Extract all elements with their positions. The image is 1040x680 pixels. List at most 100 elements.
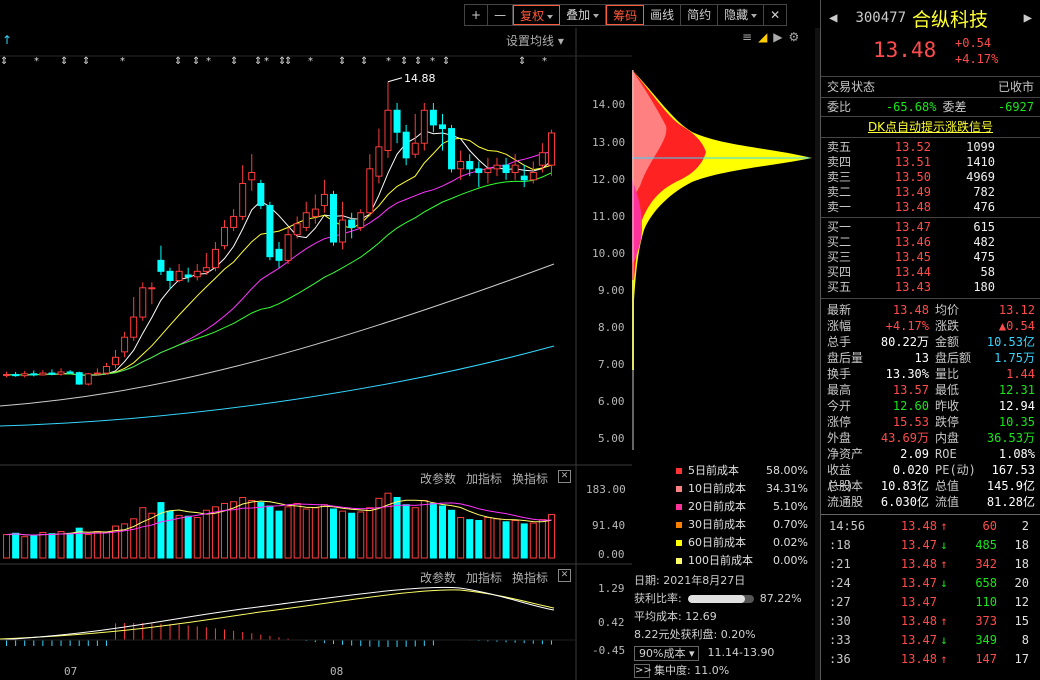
bid-row[interactable]: 买四 13.44 58 <box>821 265 1040 280</box>
volume-bar <box>211 506 219 559</box>
stat-value: 43.69万 <box>880 431 929 445</box>
back-icon[interactable]: ◀ <box>829 10 837 26</box>
candle-body <box>57 371 65 375</box>
bid-row[interactable]: 买五 13.43 180 <box>821 280 1040 295</box>
close-icon[interactable]: ✕ <box>558 569 571 582</box>
ask-price: 13.52 <box>894 140 931 154</box>
stat-row: 最高 13.57 最低 12.31 <box>821 382 1040 398</box>
tick-price: 13.48 <box>900 614 937 628</box>
stat-label: 今开 <box>827 399 852 413</box>
tick-price: 13.47 <box>900 538 937 552</box>
cost-legend-label: 100日前成本 <box>688 554 753 567</box>
ask-volume: 1099 <box>966 140 995 154</box>
cost-color-swatch <box>676 486 682 492</box>
volume-bar <box>284 506 292 559</box>
weicha-label: 委差 <box>942 100 967 114</box>
close-icon[interactable]: ✕ <box>558 470 571 483</box>
tick-count: 12 <box>1014 595 1029 609</box>
volume-bar <box>411 507 419 559</box>
hide-dropdown[interactable]: 隐藏 <box>718 5 765 25</box>
fuquan-label: 复权 <box>520 9 545 23</box>
volume-bar <box>148 512 156 559</box>
macd-modify-params-button[interactable]: 改参数 <box>420 569 456 586</box>
tick-volume: 349 <box>975 633 997 647</box>
ask-row[interactable]: 卖三 13.50 4969 <box>821 170 1040 185</box>
bid-level-label: 买一 <box>827 220 852 234</box>
volume-bar <box>493 518 501 559</box>
stat-value: 13.48 <box>892 303 929 317</box>
stat-value: 10.35 <box>998 415 1035 429</box>
cost-distribution-legend: 5日前成本 58.00% 10日前成本 34.31% 20日前成本 5.10% 30日前成本… <box>676 462 808 570</box>
overlay-dropdown[interactable]: 叠加 <box>560 5 607 25</box>
zoom-in-button[interactable]: + <box>465 5 489 25</box>
expand-button[interactable]: >> <box>634 664 652 678</box>
zoom-out-button[interactable]: — <box>488 5 514 25</box>
candle-body <box>493 164 501 170</box>
candle-body <box>366 168 374 214</box>
gear-icon[interactable]: ⚙ <box>789 30 800 44</box>
bid-row[interactable]: 买一 13.47 615 <box>821 220 1040 235</box>
volume-bar <box>429 502 437 559</box>
volume-bar <box>102 531 110 559</box>
volume-bar <box>511 519 519 559</box>
candle-body <box>348 219 356 228</box>
bid-row[interactable]: 买二 13.46 482 <box>821 235 1040 250</box>
stat-row: 收益(一) 0.020 PE(动) 167.53 <box>821 462 1040 493</box>
chip-button[interactable]: 筹码 <box>606 5 645 25</box>
bid-row[interactable]: 买三 13.45 475 <box>821 250 1040 265</box>
tick-direction-icon: ↑ <box>940 557 948 571</box>
stat-value: 13.12 <box>998 303 1035 317</box>
candle-body <box>393 109 401 133</box>
candle-body <box>339 219 347 243</box>
volume-bar <box>66 532 74 559</box>
ask-row[interactable]: 卖四 13.51 1410 <box>821 155 1040 170</box>
vol-switch-indicator-button[interactable]: 换指标 <box>512 470 548 487</box>
cost-legend-value: 0.02% <box>773 536 808 549</box>
ma30-line <box>6 172 552 376</box>
bid-price: 13.46 <box>894 235 931 249</box>
candle-body <box>12 374 20 377</box>
tick-time: 14:56 <box>829 519 866 533</box>
tick-row: :33 13.47 ↓ 349 8 <box>821 631 1040 650</box>
cost-legend-value: 58.00% <box>766 464 808 477</box>
set-ma-button[interactable]: 设置均线 ▾ <box>506 32 564 49</box>
macd-switch-indicator-button[interactable]: 换指标 <box>512 569 548 586</box>
fuquan-dropdown[interactable]: 复权 <box>513 5 561 25</box>
play-icon[interactable]: ▶ <box>773 30 782 44</box>
volume-tick: 91.40 <box>592 519 626 532</box>
flag-icon[interactable]: ◢ <box>758 30 767 44</box>
simple-mode-button[interactable]: 简约 <box>681 5 719 25</box>
candle-body <box>275 248 283 261</box>
close-chart-button[interactable]: ✕ <box>764 5 786 25</box>
cost-legend-label: 5日前成本 <box>688 464 739 477</box>
ask-row[interactable]: 卖二 13.49 782 <box>821 185 1040 200</box>
stat-row: 涨停 15.53 跌停 10.35 <box>821 414 1040 430</box>
avg-cost: 平均成本: 12.69 <box>634 610 717 623</box>
tick-time: :21 <box>829 557 851 571</box>
candle-body <box>538 152 546 166</box>
event-marker: ⇕ <box>442 56 450 67</box>
dk-signal-link[interactable]: DK点自动提示涨跌信号 <box>868 120 993 134</box>
ask-level-label: 卖三 <box>827 170 852 184</box>
candle-body <box>511 164 519 173</box>
vol-modify-params-button[interactable]: 改参数 <box>420 470 456 487</box>
price-tick: 9.00 <box>598 284 625 297</box>
volume-bar <box>384 492 392 559</box>
cost-percent-select[interactable]: 90%成本 ▾ <box>634 645 700 661</box>
forward-icon[interactable]: ▶ <box>1024 10 1032 26</box>
bid-price: 13.45 <box>894 250 931 264</box>
stock-header: ◀ 300477 合纵科技 ▶ <box>821 0 1040 36</box>
tick-price: 13.48 <box>900 557 937 571</box>
ask-row[interactable]: 卖五 13.52 1099 <box>821 140 1040 155</box>
tick-volume: 147 <box>975 652 997 666</box>
price-change: +0.54 <box>955 36 992 50</box>
draw-line-button[interactable]: 画线 <box>644 5 682 25</box>
candle-body <box>175 270 183 281</box>
list-icon[interactable]: ≡ <box>742 30 752 44</box>
stat-row: 净资产 2.09 ROE 1.08% <box>821 446 1040 462</box>
candle-body <box>329 193 337 243</box>
ask-row[interactable]: 卖一 13.48 476 <box>821 200 1040 215</box>
vol-add-indicator-button[interactable]: 加指标 <box>466 470 502 487</box>
volume-bar <box>357 511 365 559</box>
macd-add-indicator-button[interactable]: 加指标 <box>466 569 502 586</box>
